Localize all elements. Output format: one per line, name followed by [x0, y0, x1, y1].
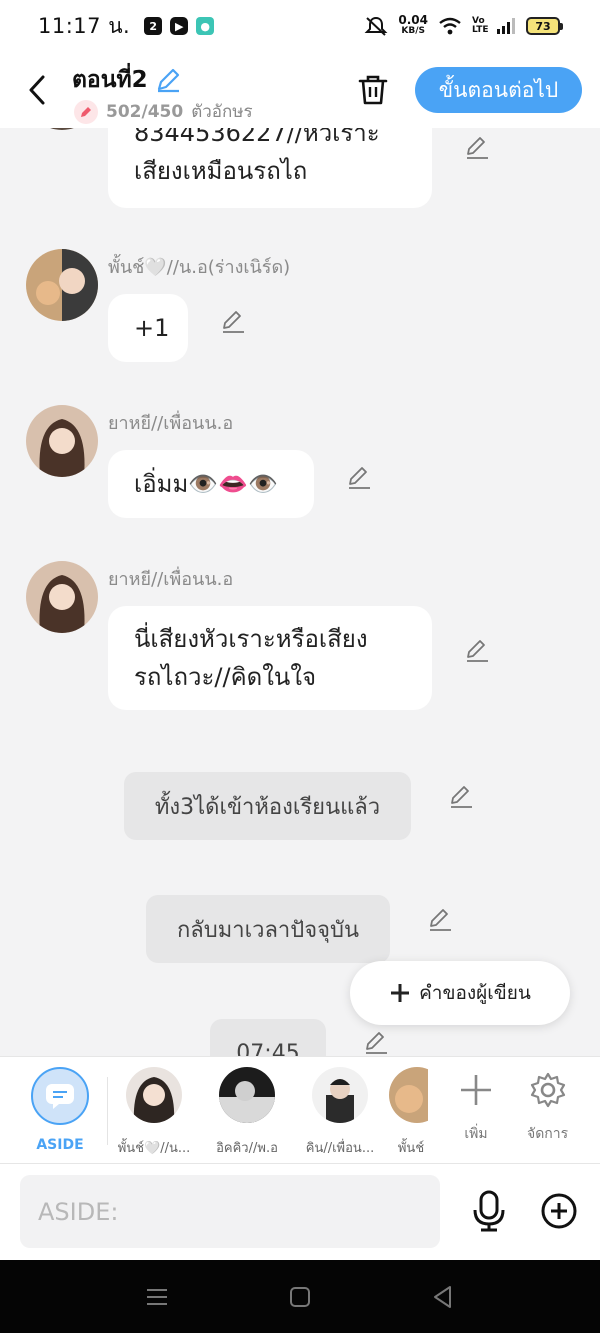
trash-icon [358, 75, 388, 105]
gear-icon [530, 1072, 565, 1108]
sender-name: ยาหยี//เพื่อนน.อ [108, 569, 234, 590]
mute-bell-icon [364, 16, 388, 36]
system-nav-bar [0, 1260, 600, 1333]
character-item[interactable]: พั้นช์ [378, 1067, 428, 1158]
chevron-left-icon [29, 75, 45, 105]
narration-block[interactable]: กลับมาเวลาปัจจุบัน [146, 895, 390, 963]
message-line: เอิ่มม👁️👄👁️ [134, 470, 278, 498]
message-bubble[interactable]: +1 [108, 294, 188, 362]
avatar[interactable] [26, 561, 98, 633]
notification-app-icon: 2 [144, 17, 163, 35]
edit-icon[interactable] [464, 637, 490, 663]
aside-avatar [31, 1067, 89, 1125]
manage-label: จัดการ [527, 1126, 569, 1142]
character-name: พั้นช์🤍//น... [117, 1141, 191, 1156]
narration-block[interactable]: ทั้ง3ได้เข้าห้องเรียนแล้ว [124, 772, 411, 840]
status-app-icons: 2 ▶ ● [144, 17, 215, 35]
manage-characters-button[interactable]: จัดการ [527, 1071, 568, 1145]
character-item[interactable]: คิน//เพื่อน... [295, 1067, 385, 1158]
wifi-icon [439, 17, 461, 35]
menu-icon[interactable] [144, 1284, 170, 1310]
avatar [126, 1067, 182, 1123]
message-line: รถไถวะ//คิดในใจ [134, 663, 317, 691]
delete-button[interactable] [356, 70, 390, 110]
editor-header: ตอนที่2 502/450 ตัวอักษร ขั้นตอนต่อไป [0, 52, 600, 128]
youtube-icon: ▶ [170, 17, 189, 35]
home-icon[interactable] [287, 1284, 313, 1310]
pencil-badge-icon [74, 99, 98, 124]
status-time: 11:17 น. [38, 13, 131, 38]
character-selector: ASIDE พั้นช์🤍//น... อิคคิว//พ.อ คิน//เพื… [0, 1056, 600, 1164]
character-name: พั้นช์ [397, 1141, 425, 1156]
episode-title-text: ตอนที่2 [72, 67, 148, 93]
avatar[interactable] [26, 128, 98, 130]
character-name: คิน//เพื่อน... [305, 1141, 375, 1156]
edit-icon[interactable] [363, 1029, 389, 1055]
status-bar: 11:17 น. 2 ▶ ● 0.04 KB/S Vo LTE 73 [0, 0, 600, 52]
edit-icon[interactable] [448, 783, 474, 809]
edit-icon[interactable] [346, 464, 372, 490]
microphone-icon[interactable] [470, 1190, 508, 1232]
add-character-button[interactable]: เพิ่ม [457, 1071, 495, 1145]
avatar[interactable] [26, 405, 98, 477]
edit-icon[interactable] [464, 134, 490, 160]
add-label: เพิ่ม [464, 1126, 488, 1142]
next-step-button[interactable]: ขั้นตอนต่อไป [415, 67, 582, 113]
char-count-value: 502/450 [106, 101, 184, 122]
avatar [219, 1067, 275, 1123]
edit-icon[interactable] [427, 906, 453, 932]
character-name: อิคคิว//พ.อ [216, 1141, 278, 1156]
narration-block[interactable]: 07:45 [210, 1019, 326, 1056]
message-line: เสียงเหมือนรถไถ [134, 157, 308, 185]
back-triangle-icon[interactable] [430, 1284, 456, 1310]
volte-icon: Vo LTE [472, 16, 489, 35]
message-line: 8344536227//หัวเราะ [134, 128, 380, 147]
avatar [312, 1067, 368, 1123]
message-line: +1 [134, 314, 170, 342]
add-circle-icon[interactable] [540, 1192, 578, 1230]
character-aside[interactable]: ASIDE [15, 1067, 105, 1153]
avatar [389, 1067, 428, 1123]
net-speed: 0.04 KB/S [398, 13, 428, 36]
char-count-unit: ตัวอักษร [191, 102, 253, 122]
message-bubble[interactable]: 8344536227//หัวเราะ เสียงเหมือนรถไถ [108, 128, 432, 208]
message-bubble[interactable]: เอิ่มม👁️👄👁️ [108, 450, 314, 518]
composer: ASIDE: [0, 1164, 600, 1260]
author-note-button[interactable]: คำของผู้เขียน [350, 961, 570, 1025]
aside-label: ASIDE [36, 1137, 84, 1153]
back-button[interactable] [22, 70, 52, 110]
divider [107, 1077, 108, 1145]
message-input-placeholder: ASIDE: [38, 1197, 119, 1226]
message-line: นี่เสียงหัวเราะหรือเสียง [134, 625, 368, 653]
avatar[interactable] [26, 249, 98, 321]
message-icon [46, 1084, 74, 1109]
message-input[interactable]: ASIDE: [20, 1175, 440, 1248]
episode-title[interactable]: ตอนที่2 [72, 62, 182, 98]
chat-area[interactable]: 8344536227//หัวเราะ เสียงเหมือนรถไถ พั้น… [0, 128, 600, 1056]
character-item[interactable]: พั้นช์🤍//น... [109, 1067, 199, 1158]
status-right: 0.04 KB/S Vo LTE 73 [364, 13, 563, 37]
message-bubble[interactable]: นี่เสียงหัวเราะหรือเสียง รถไถวะ//คิดในใจ [108, 606, 432, 710]
edit-icon[interactable] [220, 308, 246, 334]
pencil-icon[interactable] [154, 66, 182, 94]
signal-icon [497, 18, 515, 34]
plus-icon [391, 984, 410, 1002]
chat-app-icon: ● [196, 17, 215, 35]
character-count: 502/450 ตัวอักษร [74, 98, 253, 125]
sender-name: พั้นช์🤍//น.อ(ร่างเนิร์ด) [108, 257, 291, 278]
plus-icon [461, 1075, 491, 1105]
author-note-label: คำของผู้เขียน [419, 982, 531, 1004]
sender-name: ยาหยี//เพื่อนน.อ [108, 413, 234, 434]
character-item[interactable]: อิคคิว//พ.อ [202, 1067, 292, 1158]
battery-icon: 73 [526, 17, 563, 35]
